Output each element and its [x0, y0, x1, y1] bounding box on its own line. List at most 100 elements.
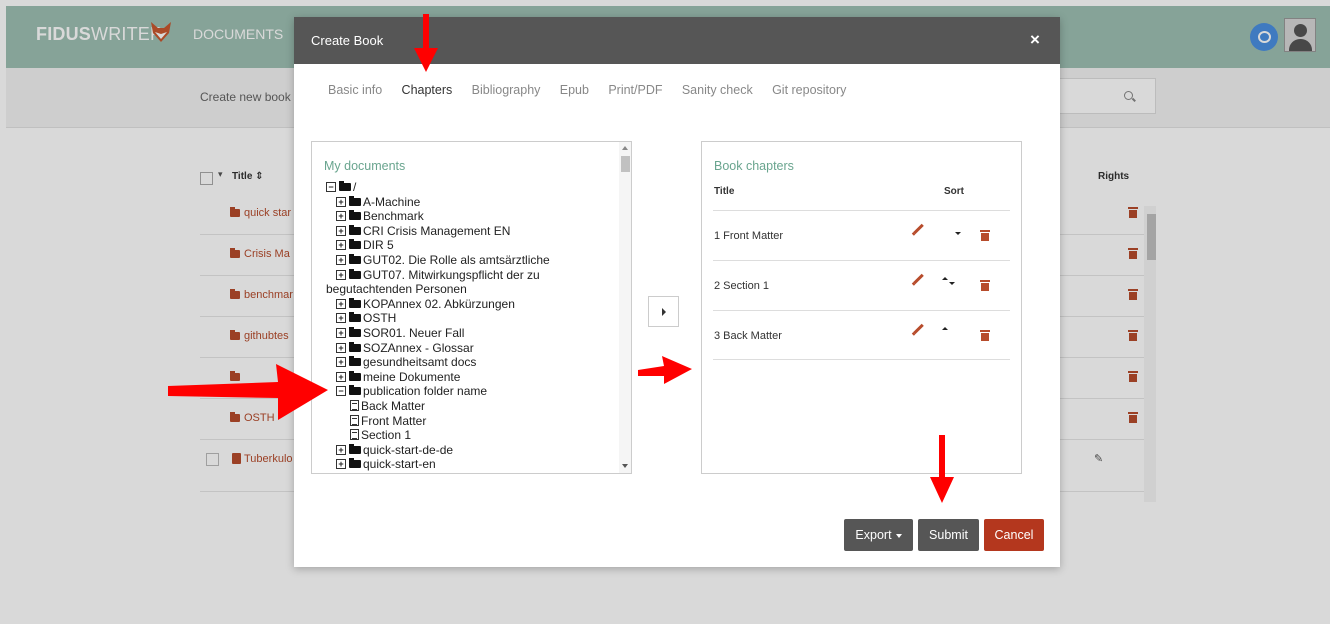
move-down-icon[interactable] [949, 282, 955, 285]
document-icon [350, 399, 359, 411]
column-title: Title [714, 186, 735, 197]
submit-button[interactable]: Submit [918, 519, 979, 551]
my-documents-title: My documents [324, 159, 406, 173]
tree-folder-item[interactable]: − publication folder name [326, 384, 616, 399]
chapter-row: 3 Back Matter [713, 310, 1010, 360]
expand-icon[interactable]: + [336, 211, 346, 222]
tree-item-label[interactable]: meine Dokumente [363, 370, 460, 385]
tab-epub[interactable]: Epub [560, 83, 589, 97]
cancel-button[interactable]: Cancel [984, 519, 1044, 551]
export-button[interactable]: Export [844, 519, 913, 551]
scroll-down-icon[interactable] [622, 464, 628, 468]
tree-folder-item[interactable]: + Benchmark [326, 209, 616, 224]
tree-item-label[interactable]: SOZAnnex - Glossar [363, 341, 474, 356]
expand-icon[interactable]: + [336, 298, 346, 309]
expand-icon[interactable]: + [336, 196, 346, 207]
tab-bibliography[interactable]: Bibliography [472, 83, 541, 97]
tree-folder-item[interactable]: + quick-start-en [326, 457, 616, 472]
move-up-icon[interactable] [942, 277, 948, 280]
tree-item-label[interactable]: / [353, 180, 356, 195]
tab-print-pdf[interactable]: Print/PDF [608, 83, 662, 97]
folder-icon [349, 385, 361, 396]
tree-document-item[interactable]: Front Matter [326, 414, 616, 429]
tree-item-label[interactable]: KOPAnnex 02. Abkürzungen [363, 297, 515, 312]
tree-item-label[interactable]: A-Machine [363, 195, 420, 210]
tree-folder-item[interactable]: + GUT02. Die Rolle als amtsärztliche [326, 253, 616, 268]
chapter-label: 3 Back Matter [714, 330, 782, 342]
tree-folder-item[interactable]: + A-Machine [326, 195, 616, 210]
tree-item-label[interactable]: Back Matter [361, 399, 425, 414]
tree-item-label[interactable]: quick-start-de-de [363, 443, 453, 458]
collapse-icon[interactable]: − [336, 386, 346, 397]
tree-item-label[interactable]: Section 1 [361, 428, 411, 443]
folder-icon [349, 297, 361, 308]
expand-icon[interactable]: + [336, 240, 346, 251]
close-icon[interactable]: × [1030, 30, 1040, 50]
expand-icon[interactable]: + [336, 357, 346, 368]
tree-item-label[interactable]: quick-start-en [363, 457, 436, 472]
tree-folder-item[interactable]: + SOR01. Neuer Fall [326, 326, 616, 341]
tab-git-repository[interactable]: Git repository [772, 83, 846, 97]
move-down-icon[interactable] [955, 232, 961, 235]
trash-icon[interactable] [980, 280, 990, 291]
document-icon [350, 429, 359, 441]
expand-icon[interactable]: + [336, 254, 346, 265]
tab-sanity-check[interactable]: Sanity check [682, 83, 753, 97]
chapter-label: 2 Section 1 [714, 280, 770, 292]
folder-icon [349, 443, 361, 454]
expand-icon[interactable]: + [336, 327, 346, 338]
tree-item-label[interactable]: Front Matter [361, 414, 426, 429]
tree-document-item[interactable]: Section 1 [326, 428, 616, 443]
tree-item-label[interactable]: OSTH [363, 311, 396, 326]
trash-icon[interactable] [980, 230, 990, 241]
tree-scrollbar[interactable] [619, 142, 631, 473]
pencil-icon[interactable] [913, 223, 924, 235]
tree-item-label[interactable]: publication folder name [363, 384, 487, 399]
tree-item-label[interactable]: DIR 5 [363, 238, 394, 253]
tree-folder-item[interactable]: + meine Dokumente [326, 370, 616, 385]
expand-icon[interactable]: + [336, 444, 346, 455]
move-up-icon[interactable] [942, 327, 948, 330]
expand-icon[interactable]: + [336, 313, 346, 324]
pencil-icon[interactable] [913, 273, 924, 285]
tree-document-item[interactable]: Back Matter [326, 399, 616, 414]
folder-icon [349, 239, 361, 250]
pencil-icon[interactable] [913, 323, 924, 335]
tree-folder-item[interactable]: + GUT07. Mitwirkungspflicht der zu beguta… [326, 268, 616, 297]
tree-item-label[interactable]: Benchmark [363, 209, 424, 224]
book-chapters-title: Book chapters [714, 159, 794, 173]
tab-basic-info[interactable]: Basic info [328, 83, 382, 97]
folder-icon [349, 253, 361, 264]
tree-item-label[interactable]: GUT07. Mitwirkungspflicht der zu begutac… [326, 268, 566, 297]
tree-folder-item[interactable]: + quick-start-de-de [326, 443, 616, 458]
expand-icon[interactable]: + [336, 225, 346, 236]
dialog-header: Create Book × [294, 17, 1060, 64]
tree-folder-item[interactable]: − / [326, 180, 616, 195]
add-to-chapters-button[interactable] [648, 296, 679, 327]
tree-item-label[interactable]: CRI Crisis Management EN [363, 224, 510, 239]
expand-icon[interactable]: + [336, 371, 346, 382]
tree-item-label[interactable]: SOR01. Neuer Fall [363, 326, 464, 341]
document-tree: − / + A-Machine + Benchmark + CRI Crisis Manage… [326, 180, 616, 472]
expand-icon[interactable]: + [336, 459, 346, 470]
annotation-arrow-right [638, 356, 692, 384]
tree-folder-item[interactable]: + CRI Crisis Management EN [326, 224, 616, 239]
annotation-arrow-right [168, 364, 328, 420]
scroll-up-icon[interactable] [622, 146, 628, 150]
dialog-title: Create Book [311, 33, 384, 48]
collapse-icon[interactable]: − [326, 182, 336, 192]
tree-item-label[interactable]: gesundheitsamt docs [363, 355, 476, 370]
trash-icon[interactable] [980, 330, 990, 341]
divider [713, 359, 1010, 360]
expand-icon[interactable]: + [336, 342, 346, 353]
chapter-row: 2 Section 1 [713, 260, 1010, 310]
tree-item-label[interactable]: GUT02. Die Rolle als amtsärztliche [363, 253, 550, 268]
tab-chapters[interactable]: Chapters [402, 83, 453, 97]
tree-folder-item[interactable]: + KOPAnnex 02. Abkürzungen [326, 297, 616, 312]
dialog-tabs: Basic info Chapters Bibliography Epub Pr… [328, 83, 862, 103]
tree-folder-item[interactable]: + SOZAnnex - Glossar [326, 341, 616, 356]
tree-folder-item[interactable]: + OSTH [326, 311, 616, 326]
tree-folder-item[interactable]: + DIR 5 [326, 238, 616, 253]
document-icon [350, 414, 359, 426]
tree-folder-item[interactable]: + gesundheitsamt docs [326, 355, 616, 370]
